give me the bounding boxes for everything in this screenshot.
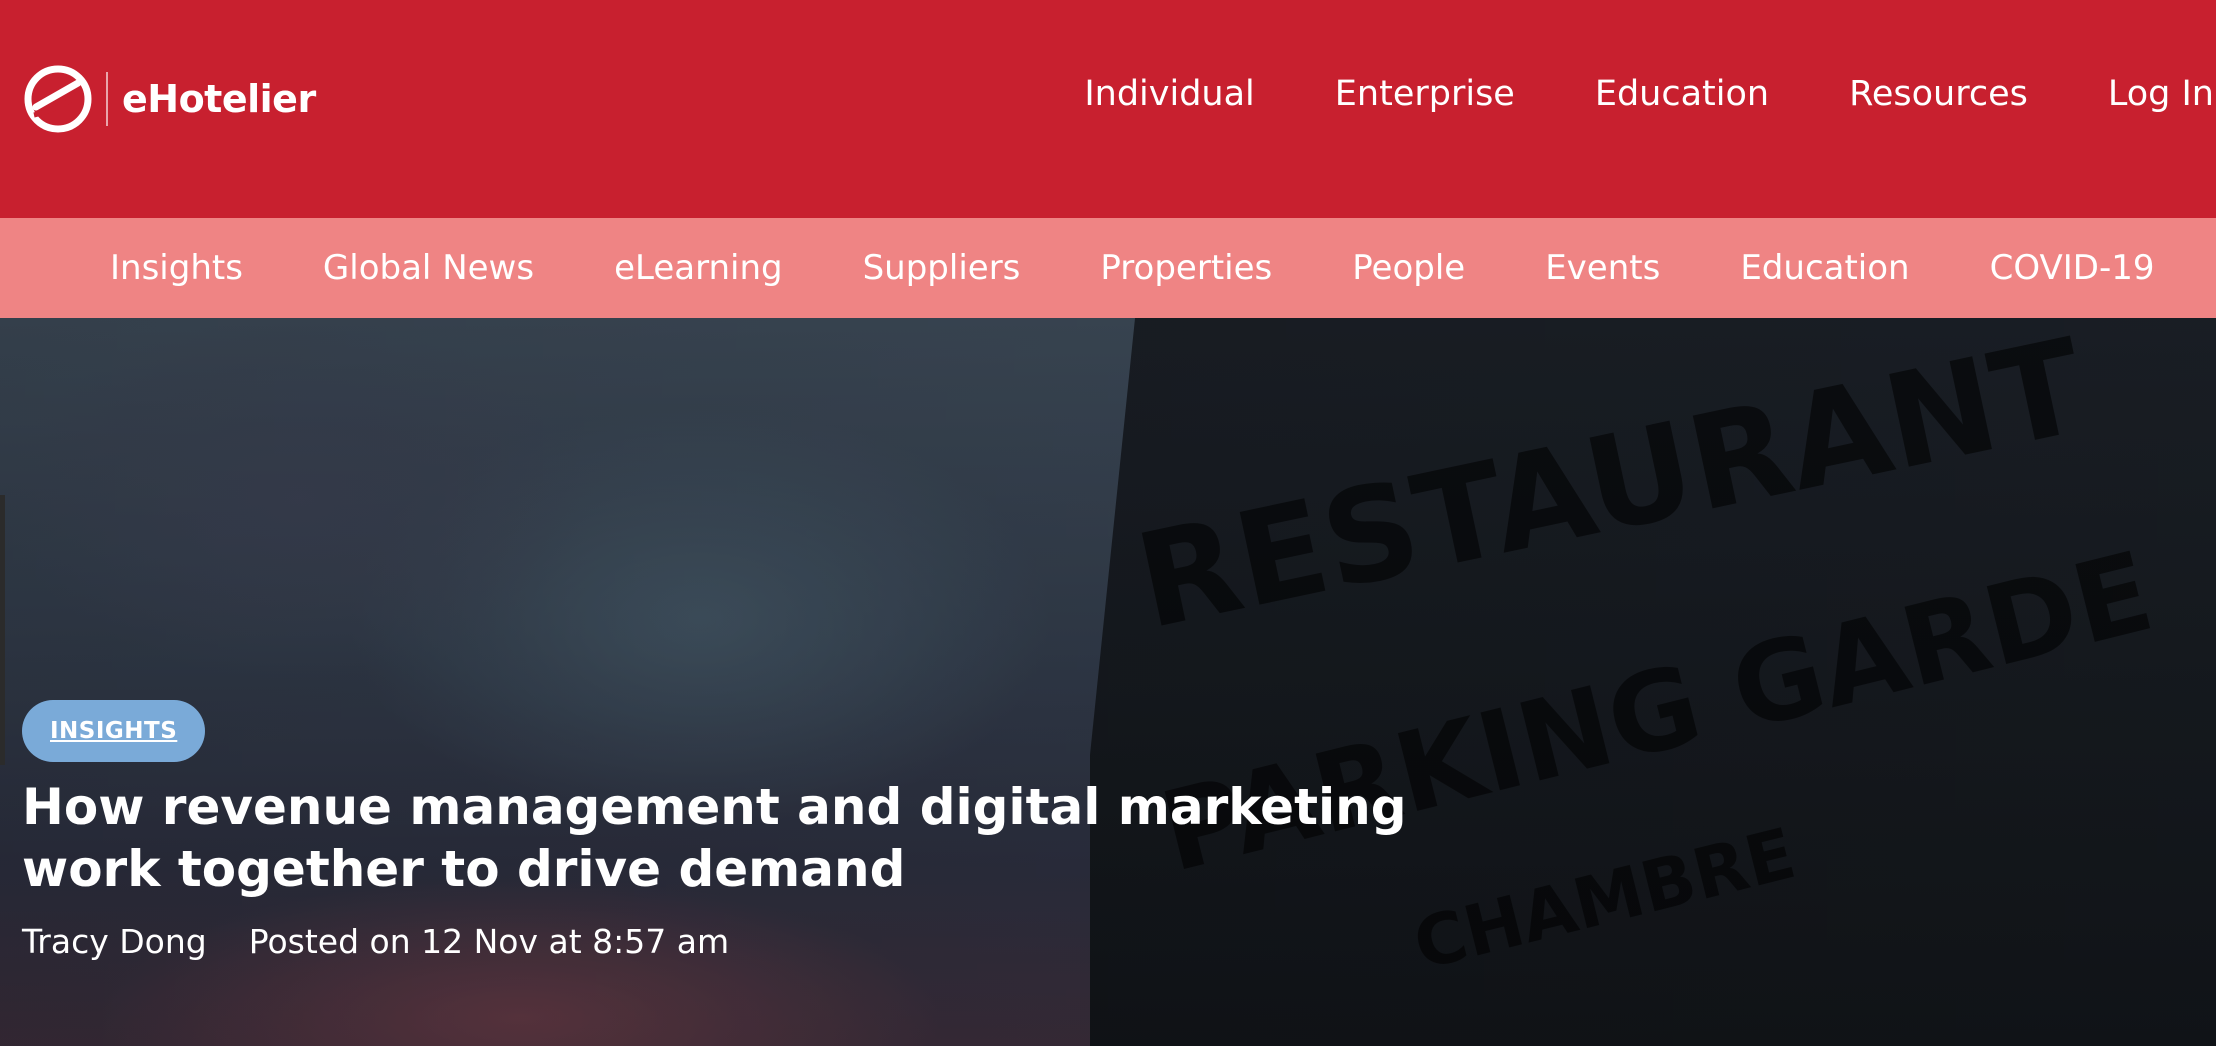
category-badge[interactable]: INSIGHTS xyxy=(22,700,206,762)
article-author[interactable]: Tracy Dong xyxy=(22,922,207,961)
subnav-covid-19[interactable]: COVID-19 xyxy=(1990,248,2155,288)
logo-divider xyxy=(106,72,108,126)
site-header: eHotelier Individual Enterprise Educatio… xyxy=(0,0,2216,218)
subnav-education[interactable]: Education xyxy=(1740,248,1909,288)
secondary-nav: Insights Global News eLearning Suppliers… xyxy=(0,218,2216,318)
subnav-insights[interactable]: Insights xyxy=(110,248,243,288)
article-title[interactable]: How revenue management and digital marke… xyxy=(22,776,1562,900)
subnav-properties[interactable]: Properties xyxy=(1100,248,1272,288)
article-meta: Tracy Dong Posted on 12 Nov at 8:57 am xyxy=(22,922,729,961)
subnav-people[interactable]: People xyxy=(1352,248,1465,288)
subnav-elearning[interactable]: eLearning xyxy=(614,248,783,288)
article-date: Posted on 12 Nov at 8:57 am xyxy=(248,922,730,961)
brand-name: eHotelier xyxy=(122,77,316,121)
nav-enterprise[interactable]: Enterprise xyxy=(1335,74,1515,114)
primary-nav: Individual Enterprise Education Resource… xyxy=(1084,74,2216,114)
nav-log-in[interactable]: Log In xyxy=(2108,74,2214,114)
nav-resources[interactable]: Resources xyxy=(1849,74,2028,114)
nav-individual[interactable]: Individual xyxy=(1084,74,1254,114)
subnav-global-news[interactable]: Global News xyxy=(323,248,534,288)
subnav-events[interactable]: Events xyxy=(1545,248,1660,288)
side-edge-bar xyxy=(0,495,5,765)
nav-education[interactable]: Education xyxy=(1595,74,1769,114)
subnav-suppliers[interactable]: Suppliers xyxy=(863,248,1021,288)
brand-logo[interactable]: eHotelier xyxy=(22,62,316,136)
ehotelier-logo-icon xyxy=(24,65,92,133)
